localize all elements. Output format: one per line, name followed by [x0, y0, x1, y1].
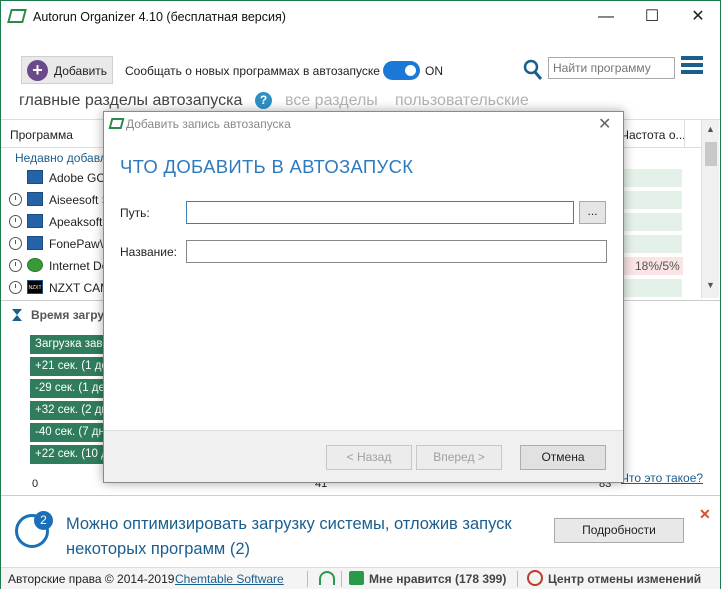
- add-button-label: Добавить: [54, 64, 108, 78]
- name-label: Название:: [120, 245, 177, 259]
- next-button[interactable]: Вперед >: [416, 445, 502, 470]
- clock-icon: [9, 215, 22, 228]
- undo-center-icon[interactable]: [527, 570, 543, 586]
- clock-icon: [9, 237, 22, 250]
- path-label: Путь:: [120, 206, 150, 220]
- status-divider: [341, 571, 342, 587]
- group-header-recent[interactable]: Недавно добавл...: [15, 151, 117, 165]
- toggle-state-label: ON: [425, 64, 443, 78]
- tab-all-sections[interactable]: все разделы: [285, 92, 378, 110]
- tab-user-sections[interactable]: пользовательские: [395, 92, 529, 110]
- name-input[interactable]: [186, 240, 607, 263]
- dialog-heading: ЧТО ДОБАВИТЬ В АВТОЗАПУСК: [120, 156, 414, 177]
- column-header-frequency[interactable]: Частота о...: [621, 128, 686, 142]
- details-button[interactable]: Подробности: [554, 518, 684, 543]
- notify-toggle[interactable]: [383, 61, 420, 80]
- hamburger-menu-icon[interactable]: [681, 56, 703, 78]
- scroll-up-icon[interactable]: ▲: [706, 124, 715, 134]
- list-scrollbar[interactable]: ▲ ▼: [701, 120, 719, 298]
- dialog-footer: < Назад Вперед > Отмена: [104, 430, 623, 482]
- headset-icon[interactable]: [319, 571, 335, 585]
- what-is-this-link[interactable]: Что это такое?: [621, 471, 703, 485]
- boot-bar: +32 сек. (2 дня назад): [30, 401, 110, 420]
- scroll-down-icon[interactable]: ▼: [706, 280, 715, 290]
- optimization-tip: 2 Можно оптимизировать загрузку системы,…: [1, 495, 720, 565]
- status-divider: [517, 571, 518, 587]
- maximize-button[interactable]: ☐: [629, 1, 675, 32]
- column-header-program[interactable]: Программа: [10, 128, 73, 142]
- browse-button[interactable]: ...: [579, 201, 606, 224]
- window-app-icon: [27, 214, 43, 228]
- add-button[interactable]: + Добавить: [21, 56, 113, 84]
- tip-close-icon[interactable]: ✕: [699, 506, 711, 523]
- boot-bar: +22 сек. (10 дней назад): [30, 445, 110, 464]
- minimize-button[interactable]: —: [583, 1, 629, 32]
- scroll-thumb[interactable]: [705, 142, 717, 166]
- thumbs-up-icon[interactable]: [349, 571, 364, 585]
- like-counter[interactable]: Мне нравится (178 399): [369, 572, 506, 586]
- window-app-icon: [27, 236, 43, 250]
- add-entry-dialog: Добавить запись автозапуска ✕ ЧТО ДОБАВИ…: [103, 111, 624, 483]
- clock-icon: [9, 193, 22, 206]
- search-input[interactable]: [548, 57, 675, 79]
- window-app-icon: [27, 192, 43, 206]
- copyright-text: Авторские права © 2014-2019: [8, 572, 175, 586]
- chemtable-link[interactable]: Chemtable Software: [175, 572, 284, 586]
- globe-icon: [27, 258, 43, 272]
- axis-tick-zero: 0: [32, 478, 39, 490]
- clock-icon: [9, 259, 22, 272]
- status-bar: Авторские права © 2014-2019 Chemtable So…: [1, 567, 720, 589]
- frequency-value: 18%/5%: [635, 259, 680, 273]
- toggle-knob: [405, 65, 416, 76]
- notify-label: Сообщать о новых программах в автозапуск…: [125, 64, 380, 78]
- tab-main-sections[interactable]: главные разделы автозапуска: [19, 92, 242, 110]
- back-button[interactable]: < Назад: [326, 445, 412, 470]
- clock-icon: [9, 281, 22, 294]
- app-logo-icon: [7, 9, 27, 23]
- help-icon[interactable]: ?: [255, 92, 272, 109]
- undo-center-link[interactable]: Центр отмены изменений: [548, 572, 701, 586]
- hourglass-icon: [12, 309, 22, 321]
- cancel-button[interactable]: Отмена: [520, 445, 606, 470]
- title-bar: Autorun Organizer 4.10 (бесплатная верси…: [1, 1, 720, 32]
- dialog-logo-icon: [108, 118, 125, 129]
- nzxt-icon: NZXT: [27, 280, 43, 294]
- path-input[interactable]: [186, 201, 574, 224]
- boot-bar: +21 сек. (1 день назад): [30, 357, 110, 376]
- boot-bar: -29 сек. (1 день назад): [30, 379, 110, 398]
- dialog-close-icon[interactable]: ✕: [598, 114, 611, 134]
- toolbar: + Добавить Сообщать о новых программах в…: [1, 53, 720, 87]
- boot-bar: Загрузка завершена: [30, 335, 110, 354]
- search-icon[interactable]: [523, 59, 543, 81]
- boot-bar: -40 сек. (7 дней назад): [30, 423, 110, 442]
- tip-count-badge: 2: [34, 511, 53, 530]
- plus-icon: +: [27, 60, 48, 81]
- dialog-title: Добавить запись автозапуска: [126, 117, 291, 131]
- status-divider: [307, 571, 308, 587]
- column-separator: [684, 120, 685, 148]
- close-button[interactable]: ✕: [675, 1, 721, 32]
- window-app-icon: [27, 170, 43, 184]
- tip-text: Можно оптимизировать загрузку системы, о…: [66, 515, 512, 558]
- window-title: Autorun Organizer 4.10 (бесплатная верси…: [33, 10, 286, 24]
